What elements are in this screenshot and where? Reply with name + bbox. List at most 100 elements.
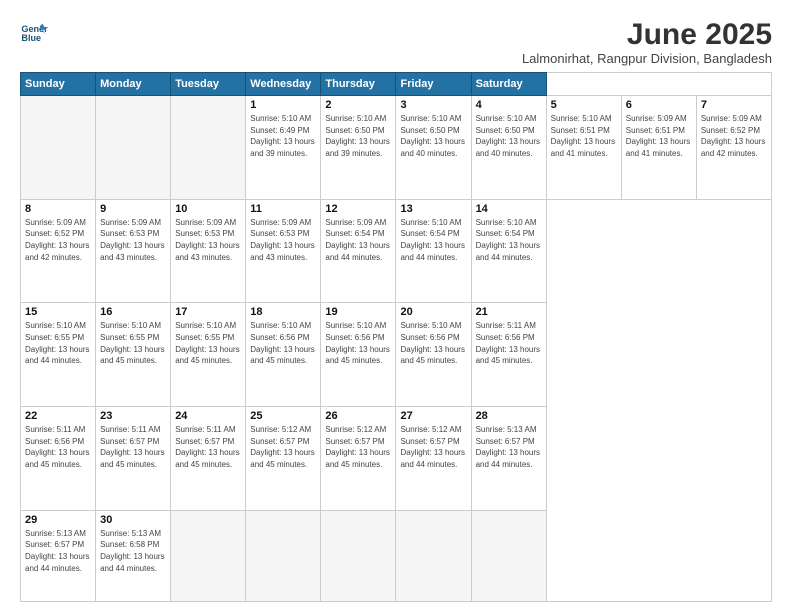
day-cell: 21 Sunrise: 5:11 AMSunset: 6:56 PMDaylig… <box>471 303 546 407</box>
day-number: 20 <box>400 306 466 318</box>
day-number: 26 <box>325 410 391 422</box>
day-cell <box>321 510 396 601</box>
week-row-2: 8 Sunrise: 5:09 AMSunset: 6:52 PMDayligh… <box>21 199 772 303</box>
day-number: 15 <box>25 306 91 318</box>
day-info: Sunrise: 5:11 AMSunset: 6:56 PMDaylight:… <box>25 424 91 470</box>
day-cell: 30 Sunrise: 5:13 AMSunset: 6:58 PMDaylig… <box>96 510 171 601</box>
day-info: Sunrise: 5:11 AMSunset: 6:56 PMDaylight:… <box>476 320 542 366</box>
day-number: 1 <box>250 99 316 111</box>
empty-cell <box>171 96 246 200</box>
weekday-header-row: SundayMondayTuesdayWednesdayThursdayFrid… <box>21 73 772 96</box>
day-info: Sunrise: 5:10 AMSunset: 6:50 PMDaylight:… <box>476 113 542 159</box>
day-info: Sunrise: 5:10 AMSunset: 6:50 PMDaylight:… <box>325 113 391 159</box>
day-info: Sunrise: 5:10 AMSunset: 6:55 PMDaylight:… <box>25 320 91 366</box>
day-cell: 11 Sunrise: 5:09 AMSunset: 6:53 PMDaylig… <box>246 199 321 303</box>
day-info: Sunrise: 5:10 AMSunset: 6:54 PMDaylight:… <box>400 217 466 263</box>
day-cell: 13 Sunrise: 5:10 AMSunset: 6:54 PMDaylig… <box>396 199 471 303</box>
day-number: 3 <box>400 99 466 111</box>
empty-cell <box>21 96 96 200</box>
page: General Blue June 2025 Lalmonirhat, Rang… <box>0 0 792 612</box>
day-info: Sunrise: 5:10 AMSunset: 6:54 PMDaylight:… <box>476 217 542 263</box>
day-cell <box>471 510 546 601</box>
svg-text:Blue: Blue <box>21 33 41 43</box>
day-cell: 14 Sunrise: 5:10 AMSunset: 6:54 PMDaylig… <box>471 199 546 303</box>
day-cell: 26 Sunrise: 5:12 AMSunset: 6:57 PMDaylig… <box>321 407 396 511</box>
weekday-header-friday: Friday <box>396 73 471 96</box>
logo: General Blue <box>20 18 48 46</box>
day-number: 5 <box>551 99 617 111</box>
day-number: 10 <box>175 203 241 215</box>
day-number: 6 <box>626 99 692 111</box>
title-block: June 2025 Lalmonirhat, Rangpur Division,… <box>522 18 772 66</box>
day-number: 8 <box>25 203 91 215</box>
day-info: Sunrise: 5:13 AMSunset: 6:58 PMDaylight:… <box>100 528 166 574</box>
day-info: Sunrise: 5:12 AMSunset: 6:57 PMDaylight:… <box>250 424 316 470</box>
day-cell: 12 Sunrise: 5:09 AMSunset: 6:54 PMDaylig… <box>321 199 396 303</box>
calendar-table: SundayMondayTuesdayWednesdayThursdayFrid… <box>20 72 772 602</box>
week-row-5: 29 Sunrise: 5:13 AMSunset: 6:57 PMDaylig… <box>21 510 772 601</box>
day-info: Sunrise: 5:12 AMSunset: 6:57 PMDaylight:… <box>325 424 391 470</box>
day-number: 16 <box>100 306 166 318</box>
day-cell: 5 Sunrise: 5:10 AMSunset: 6:51 PMDayligh… <box>546 96 621 200</box>
day-info: Sunrise: 5:10 AMSunset: 6:50 PMDaylight:… <box>400 113 466 159</box>
day-number: 11 <box>250 203 316 215</box>
header: General Blue June 2025 Lalmonirhat, Rang… <box>20 18 772 66</box>
day-cell: 25 Sunrise: 5:12 AMSunset: 6:57 PMDaylig… <box>246 407 321 511</box>
day-number: 14 <box>476 203 542 215</box>
day-cell: 17 Sunrise: 5:10 AMSunset: 6:55 PMDaylig… <box>171 303 246 407</box>
day-cell: 10 Sunrise: 5:09 AMSunset: 6:53 PMDaylig… <box>171 199 246 303</box>
day-number: 19 <box>325 306 391 318</box>
day-cell: 1 Sunrise: 5:10 AMSunset: 6:49 PMDayligh… <box>246 96 321 200</box>
day-info: Sunrise: 5:12 AMSunset: 6:57 PMDaylight:… <box>400 424 466 470</box>
day-number: 29 <box>25 514 91 526</box>
day-number: 30 <box>100 514 166 526</box>
day-cell <box>171 510 246 601</box>
week-row-4: 22 Sunrise: 5:11 AMSunset: 6:56 PMDaylig… <box>21 407 772 511</box>
day-info: Sunrise: 5:09 AMSunset: 6:53 PMDaylight:… <box>250 217 316 263</box>
day-cell: 6 Sunrise: 5:09 AMSunset: 6:51 PMDayligh… <box>621 96 696 200</box>
day-number: 12 <box>325 203 391 215</box>
empty-cell <box>96 96 171 200</box>
day-info: Sunrise: 5:09 AMSunset: 6:53 PMDaylight:… <box>175 217 241 263</box>
day-number: 24 <box>175 410 241 422</box>
day-cell: 15 Sunrise: 5:10 AMSunset: 6:55 PMDaylig… <box>21 303 96 407</box>
weekday-header-tuesday: Tuesday <box>171 73 246 96</box>
day-number: 21 <box>476 306 542 318</box>
day-cell <box>246 510 321 601</box>
day-info: Sunrise: 5:10 AMSunset: 6:55 PMDaylight:… <box>100 320 166 366</box>
day-number: 13 <box>400 203 466 215</box>
day-number: 22 <box>25 410 91 422</box>
weekday-header-monday: Monday <box>96 73 171 96</box>
day-info: Sunrise: 5:10 AMSunset: 6:49 PMDaylight:… <box>250 113 316 159</box>
day-info: Sunrise: 5:10 AMSunset: 6:55 PMDaylight:… <box>175 320 241 366</box>
day-cell: 28 Sunrise: 5:13 AMSunset: 6:57 PMDaylig… <box>471 407 546 511</box>
day-cell: 16 Sunrise: 5:10 AMSunset: 6:55 PMDaylig… <box>96 303 171 407</box>
day-number: 4 <box>476 99 542 111</box>
day-cell: 4 Sunrise: 5:10 AMSunset: 6:50 PMDayligh… <box>471 96 546 200</box>
weekday-header-saturday: Saturday <box>471 73 546 96</box>
location-subtitle: Lalmonirhat, Rangpur Division, Banglades… <box>522 51 772 66</box>
day-info: Sunrise: 5:09 AMSunset: 6:51 PMDaylight:… <box>626 113 692 159</box>
day-info: Sunrise: 5:10 AMSunset: 6:56 PMDaylight:… <box>250 320 316 366</box>
day-cell: 24 Sunrise: 5:11 AMSunset: 6:57 PMDaylig… <box>171 407 246 511</box>
day-number: 17 <box>175 306 241 318</box>
day-number: 18 <box>250 306 316 318</box>
day-number: 9 <box>100 203 166 215</box>
week-row-1: 1 Sunrise: 5:10 AMSunset: 6:49 PMDayligh… <box>21 96 772 200</box>
day-info: Sunrise: 5:10 AMSunset: 6:56 PMDaylight:… <box>400 320 466 366</box>
day-cell: 22 Sunrise: 5:11 AMSunset: 6:56 PMDaylig… <box>21 407 96 511</box>
weekday-header-wednesday: Wednesday <box>246 73 321 96</box>
day-info: Sunrise: 5:09 AMSunset: 6:54 PMDaylight:… <box>325 217 391 263</box>
day-info: Sunrise: 5:09 AMSunset: 6:53 PMDaylight:… <box>100 217 166 263</box>
day-cell: 19 Sunrise: 5:10 AMSunset: 6:56 PMDaylig… <box>321 303 396 407</box>
day-cell: 18 Sunrise: 5:10 AMSunset: 6:56 PMDaylig… <box>246 303 321 407</box>
day-number: 27 <box>400 410 466 422</box>
day-info: Sunrise: 5:10 AMSunset: 6:56 PMDaylight:… <box>325 320 391 366</box>
day-cell: 8 Sunrise: 5:09 AMSunset: 6:52 PMDayligh… <box>21 199 96 303</box>
day-number: 28 <box>476 410 542 422</box>
logo-icon: General Blue <box>20 18 48 46</box>
day-info: Sunrise: 5:09 AMSunset: 6:52 PMDaylight:… <box>25 217 91 263</box>
day-cell: 9 Sunrise: 5:09 AMSunset: 6:53 PMDayligh… <box>96 199 171 303</box>
day-info: Sunrise: 5:10 AMSunset: 6:51 PMDaylight:… <box>551 113 617 159</box>
day-info: Sunrise: 5:11 AMSunset: 6:57 PMDaylight:… <box>100 424 166 470</box>
